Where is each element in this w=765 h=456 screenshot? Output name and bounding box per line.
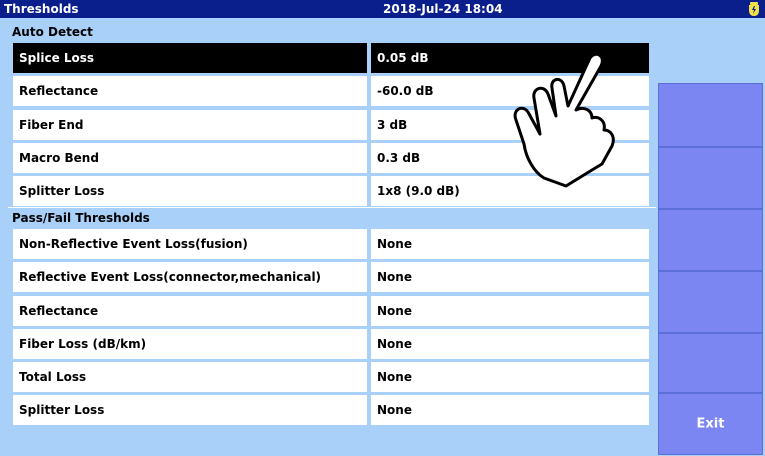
section-heading-auto-detect: Auto Detect <box>8 22 656 42</box>
row-label: Reflectance <box>13 76 367 106</box>
row-value[interactable]: None <box>371 229 649 259</box>
row-label: Fiber End <box>13 110 367 140</box>
softkey-6[interactable] <box>658 333 763 393</box>
row-value[interactable]: None <box>371 296 649 326</box>
row-value[interactable]: 0.3 dB <box>371 143 649 173</box>
row-value[interactable]: None <box>371 329 649 359</box>
softkey-panel: Exit <box>656 18 765 456</box>
row-label: Total Loss <box>13 362 367 392</box>
threshold-row-splitter-loss[interactable]: Splitter Loss 1x8 (9.0 dB) <box>13 176 649 206</box>
threshold-row-splice-loss[interactable]: Splice Loss 0.05 dB <box>13 43 649 73</box>
row-label: Reflectance <box>13 296 367 326</box>
row-value[interactable]: 1x8 (9.0 dB) <box>371 176 649 206</box>
threshold-row-fiber-end[interactable]: Fiber End 3 dB <box>13 110 649 140</box>
row-label: Macro Bend <box>13 143 367 173</box>
softkey-4[interactable] <box>658 209 763 271</box>
row-label: Splice Loss <box>13 43 367 73</box>
section-heading-pass-fail: Pass/Fail Thresholds <box>8 208 656 228</box>
softkey-2[interactable] <box>658 83 763 147</box>
softkey-3[interactable] <box>658 147 763 209</box>
threshold-row-non-reflective-event-loss[interactable]: Non-Reflective Event Loss(fusion) None <box>13 229 649 259</box>
threshold-row-fiber-loss[interactable]: Fiber Loss (dB/km) None <box>13 329 649 359</box>
threshold-row-reflective-event-loss[interactable]: Reflective Event Loss(connector,mechanic… <box>13 262 649 292</box>
threshold-row-pf-splitter-loss[interactable]: Splitter Loss None <box>13 395 649 425</box>
exit-button[interactable]: Exit <box>658 393 763 455</box>
row-value[interactable]: 0.05 dB <box>371 43 649 73</box>
row-label: Fiber Loss (dB/km) <box>13 329 367 359</box>
row-label: Splitter Loss <box>13 395 367 425</box>
softkey-5[interactable] <box>658 271 763 333</box>
title-bar: Thresholds 2018-Jul-24 18:04 <box>0 0 765 18</box>
row-label: Non-Reflective Event Loss(fusion) <box>13 229 367 259</box>
date-time: 2018-Jul-24 18:04 <box>383 2 503 16</box>
row-value[interactable]: 3 dB <box>371 110 649 140</box>
row-value[interactable]: None <box>371 262 649 292</box>
threshold-row-reflectance[interactable]: Reflectance -60.0 dB <box>13 76 649 106</box>
row-value[interactable]: None <box>371 395 649 425</box>
thresholds-panel: Auto Detect Splice Loss 0.05 dB Reflecta… <box>0 18 656 456</box>
threshold-row-total-loss[interactable]: Total Loss None <box>13 362 649 392</box>
row-label: Splitter Loss <box>13 176 367 206</box>
threshold-row-pf-reflectance[interactable]: Reflectance None <box>13 296 649 326</box>
row-label: Reflective Event Loss(connector,mechanic… <box>13 262 367 292</box>
row-value[interactable]: None <box>371 362 649 392</box>
threshold-row-macro-bend[interactable]: Macro Bend 0.3 dB <box>13 143 649 173</box>
softkey-1[interactable] <box>658 19 763 83</box>
screen-title: Thresholds <box>4 2 79 16</box>
row-value[interactable]: -60.0 dB <box>371 76 649 106</box>
battery-charging-icon <box>749 2 759 16</box>
exit-button-label: Exit <box>696 416 725 432</box>
